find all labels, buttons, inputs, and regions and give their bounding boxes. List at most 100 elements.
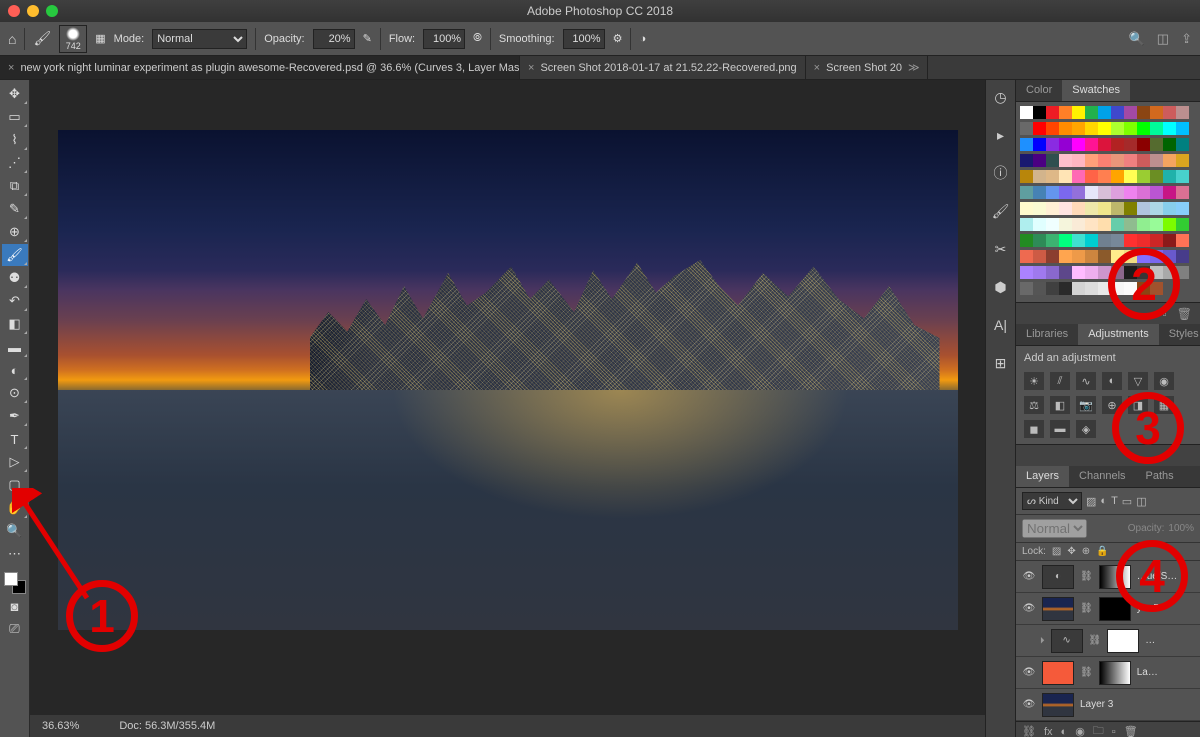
close-window[interactable] [8,5,20,17]
swatch[interactable] [1033,282,1046,295]
mask-thumb[interactable] [1099,597,1131,621]
info-icon[interactable]: ⓘ [990,162,1012,184]
brush-panel-icon[interactable]: ▦ [95,32,105,45]
layer-thumb[interactable]: ∿ [1051,629,1083,653]
color-balance-icon[interactable]: ⚖ [1024,396,1044,414]
swatch[interactable] [1176,186,1189,199]
quick-mask-icon[interactable]: ◙ [2,595,28,617]
layer-thumb[interactable] [1042,661,1074,685]
stamp-tool[interactable]: ⚉ [2,267,28,289]
filter-shape-icon[interactable]: ▭ [1122,495,1132,508]
swatch[interactable] [1098,138,1111,151]
eyedropper-tool[interactable]: ✎ [2,198,28,220]
swatch[interactable] [1111,154,1124,167]
swatch[interactable] [1020,170,1033,183]
swatch[interactable] [1020,218,1033,231]
document-canvas[interactable] [58,130,958,630]
swatch[interactable] [1176,234,1189,247]
swatch[interactable] [1020,138,1033,151]
layer-name[interactable]: … [1145,635,1155,646]
home-icon[interactable]: ⌂ [8,31,16,47]
swatch[interactable] [1150,202,1163,215]
swatch[interactable] [1137,154,1150,167]
foreground-background-colors[interactable] [4,572,26,594]
swatch[interactable] [1059,282,1072,295]
swatch[interactable] [1098,282,1111,295]
swatch[interactable] [1033,202,1046,215]
swatch[interactable] [1020,106,1033,119]
styles-tab[interactable]: Styles [1159,324,1200,345]
swatch[interactable] [1033,250,1046,263]
swatch[interactable] [1033,106,1046,119]
swatch[interactable] [1176,250,1189,263]
exposure-icon[interactable]: ◐ [1102,372,1122,390]
layer-thumb[interactable] [1042,597,1074,621]
swatch[interactable] [1046,138,1059,151]
crop-tool[interactable]: ⧉ [2,175,28,197]
opacity-pressure-icon[interactable]: ✎ [363,32,372,45]
hue-icon[interactable]: ◉ [1154,372,1174,390]
swatch[interactable] [1098,202,1111,215]
swatch[interactable] [1124,266,1137,279]
swatch[interactable] [1163,202,1176,215]
swatch[interactable] [1072,122,1085,135]
swatch[interactable] [1098,266,1111,279]
swatch[interactable] [1137,106,1150,119]
swatch[interactable] [1150,250,1163,263]
swatch[interactable] [1072,106,1085,119]
overflow-icon[interactable]: ≫ [908,61,920,74]
quick-select-tool[interactable]: ⋰ [2,152,28,174]
swatch[interactable] [1046,170,1059,183]
swatch[interactable] [1085,202,1098,215]
swatch[interactable] [1176,106,1189,119]
swatch[interactable] [1098,170,1111,183]
actions-icon[interactable]: ▸ [990,124,1012,146]
swatch[interactable] [1124,170,1137,183]
swatch[interactable] [1033,186,1046,199]
swatch[interactable] [1137,138,1150,151]
filter-smart-icon[interactable]: ◫ [1136,495,1146,508]
swatch[interactable] [1098,234,1111,247]
swatch[interactable] [1072,154,1085,167]
close-tab-icon[interactable]: × [8,62,14,74]
lock-artboard-icon[interactable]: ⊕ [1082,546,1090,557]
swatch[interactable] [1098,154,1111,167]
filter-adjust-icon[interactable]: ◐ [1100,495,1107,507]
swatch[interactable] [1059,186,1072,199]
swatch[interactable] [1085,234,1098,247]
new-fill-icon[interactable]: ◉ [1075,725,1085,737]
channels-tab[interactable]: Channels [1069,466,1135,487]
swatch[interactable] [1176,122,1189,135]
swatch[interactable] [1176,170,1189,183]
delete-swatch-icon[interactable]: 🗑 [1177,307,1192,321]
swatch[interactable] [1059,106,1072,119]
healing-tool[interactable]: ⊕ [2,221,28,243]
swatch[interactable] [1059,250,1072,263]
layer-row[interactable]: 👁 Layer 3 [1016,689,1200,721]
new-swatch-icon[interactable]: ▫ [1163,307,1167,321]
swatch[interactable] [1033,170,1046,183]
swatch[interactable] [1085,122,1098,135]
swatch[interactable] [1176,218,1189,231]
swatch[interactable] [1150,170,1163,183]
brush-preset-picker[interactable]: 742 [59,25,87,53]
brightness-icon[interactable]: ☀ [1024,372,1044,390]
swatch[interactable] [1098,218,1111,231]
swatch[interactable] [1072,202,1085,215]
mask-thumb[interactable] [1107,629,1139,653]
swatch[interactable] [1046,202,1059,215]
threshold-icon[interactable]: ◼ [1024,420,1044,438]
swatch[interactable] [1111,266,1124,279]
swatch[interactable] [1150,138,1163,151]
visibility-icon[interactable]: 👁 [1022,571,1036,582]
swatch[interactable] [1150,186,1163,199]
swatch[interactable] [1046,266,1059,279]
swatch[interactable] [1085,154,1098,167]
swatch[interactable] [1124,282,1137,295]
new-group-icon[interactable]: 🗀 [1093,722,1104,737]
swatch[interactable] [1072,250,1085,263]
swatch[interactable] [1111,234,1124,247]
gradient-tool[interactable]: ▬ [2,336,28,358]
smoothing-options-icon[interactable]: ⚙ [613,32,623,45]
swatch[interactable] [1176,154,1189,167]
